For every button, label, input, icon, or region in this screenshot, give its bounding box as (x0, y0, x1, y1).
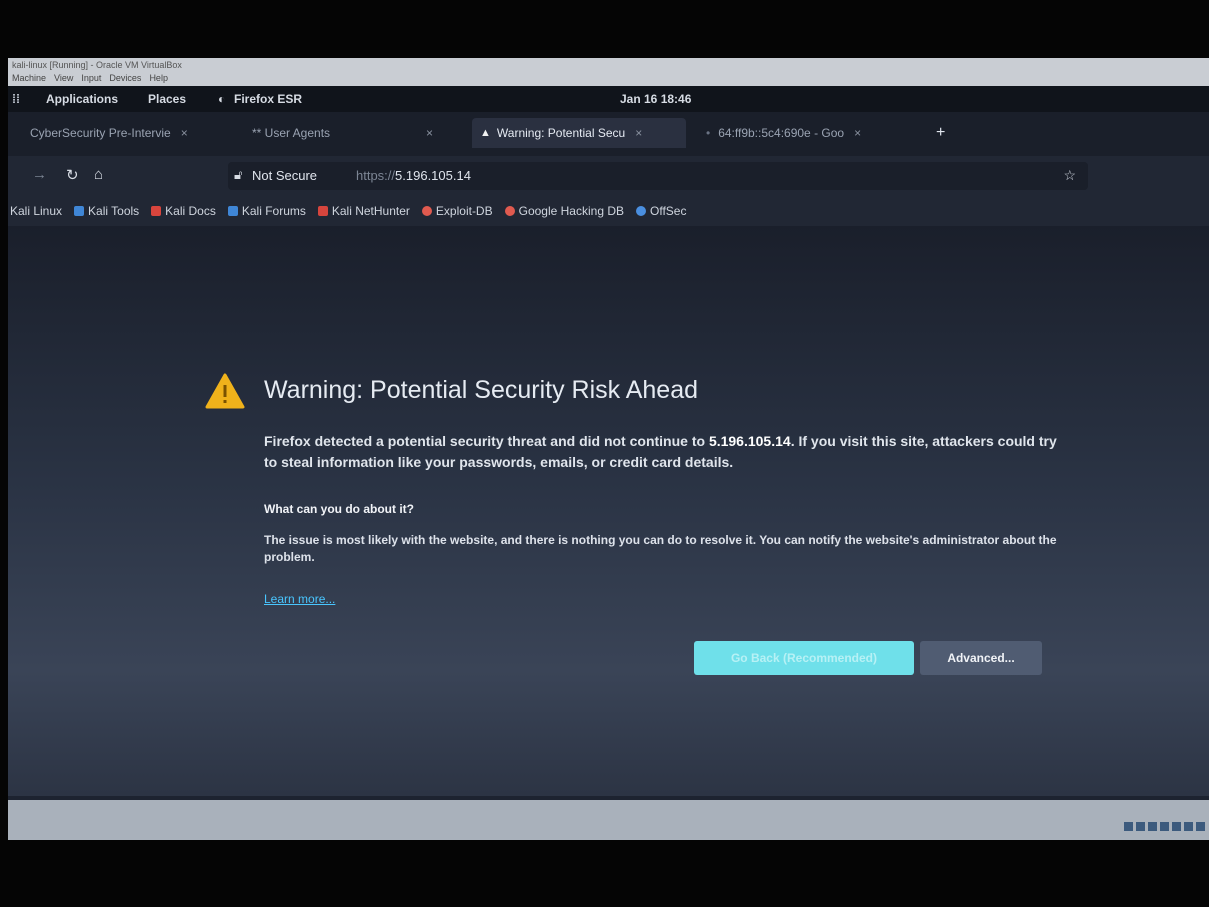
bookmark-label: OffSec (650, 204, 687, 218)
bookmark-kali-tools[interactable]: Kali Tools (74, 204, 139, 218)
status-tray (1124, 822, 1205, 831)
tab-label: ** User Agents (252, 126, 331, 140)
kali-tools-icon (74, 206, 85, 216)
display-icon[interactable] (1184, 822, 1193, 831)
bookmark-offsec[interactable]: OffSec (636, 204, 686, 218)
warning-triangle-icon (205, 373, 245, 409)
offsec-icon (636, 206, 646, 216)
kali-docs-icon (151, 206, 162, 216)
bookmark-kali-forums[interactable]: Kali Forums (227, 204, 306, 218)
menu-input[interactable]: Input (81, 73, 101, 83)
tab-label: Warning: Potential Secu (496, 126, 626, 140)
virtualbox-menu: Machine View Input Devices Help (12, 73, 168, 83)
dot-icon: • (706, 126, 711, 140)
not-secure-label: Not Secure (252, 168, 318, 183)
close-icon[interactable]: × (854, 126, 861, 140)
clock[interactable]: Jan 16 18:46 (620, 92, 691, 106)
bookmark-google-hacking-db[interactable]: Google Hacking DB (504, 204, 624, 218)
menu-machine[interactable]: Machine (12, 73, 46, 83)
kali-forums-icon (227, 206, 238, 216)
tab-google[interactable]: • 64:ff9b::5c4:690e - Goo × (706, 118, 926, 148)
close-icon[interactable]: × (181, 126, 188, 140)
bookmark-label: Kali Docs (165, 204, 216, 218)
tab-user-agents[interactable]: ** User Agents × (252, 118, 462, 148)
new-tab-button[interactable]: + (936, 124, 945, 142)
forward-icon[interactable]: → (32, 166, 47, 183)
url-text[interactable]: https://5.196.105.14 (356, 168, 471, 183)
bookmark-kali-linux[interactable]: Kali Linux (10, 204, 62, 218)
applications-menu[interactable]: Applications (46, 92, 118, 106)
vm-screen: kali-linux [Running] - Oracle VM Virtual… (8, 58, 1209, 840)
url-bar[interactable]: 🔓︎ Not Secure https://5.196.105.14 ☆ (228, 162, 1088, 190)
bookmark-exploit-db[interactable]: Exploit-DB (421, 204, 493, 218)
go-back-button[interactable]: Go Back (Recommended) (694, 641, 914, 675)
home-icon[interactable]: ⌂ (94, 166, 103, 183)
navigation-bar: → ↻ ⌂ 🔓︎ Not Secure https://5.196.105.14… (8, 156, 1209, 196)
page-title: Warning: Potential Security Risk Ahead (264, 376, 699, 404)
tab-warning-active[interactable]: ▲ Warning: Potential Secu × (472, 118, 686, 148)
bookmark-label: Kali NetHunter (331, 204, 410, 218)
optical-icon[interactable] (1136, 822, 1145, 831)
bookmarks-toolbar: Kali Linux Kali Tools Kali Docs Kali For… (8, 196, 1209, 226)
kali-nethunter-icon (317, 206, 328, 216)
error-page: Warning: Potential Security Risk Ahead F… (8, 226, 1209, 796)
menu-devices[interactable]: Devices (109, 73, 141, 83)
hdd-icon[interactable] (1124, 822, 1133, 831)
bookmark-label: Google Hacking DB (518, 204, 624, 218)
warning-icon: ▲ (480, 127, 491, 139)
menu-view[interactable]: View (54, 73, 73, 83)
active-app-name[interactable]: Firefox ESR (234, 92, 302, 106)
virtualbox-window-bar: kali-linux [Running] - Oracle VM Virtual… (8, 58, 1209, 86)
virtualbox-status-bar (8, 800, 1209, 840)
tab-label: 64:ff9b::5c4:690e - Goo (718, 126, 845, 140)
url-protocol: https:// (356, 168, 396, 183)
lock-insecure-icon[interactable]: 🔓︎ (234, 167, 242, 183)
description-host: 5.196.105.14 (708, 433, 791, 449)
bookmark-label: Kali Forums (241, 204, 306, 218)
reload-icon[interactable]: ↻ (66, 166, 79, 184)
description-text: Firefox detected a potential security th… (264, 433, 709, 449)
shared-folder-icon[interactable] (1172, 822, 1181, 831)
exploit-db-icon (421, 206, 432, 216)
record-icon[interactable] (1196, 822, 1205, 831)
bookmark-star-icon[interactable]: ☆ (1063, 167, 1076, 184)
advanced-button[interactable]: Advanced... (920, 641, 1042, 675)
virtualbox-title: kali-linux [Running] - Oracle VM Virtual… (12, 60, 182, 70)
threat-description: Firefox detected a potential security th… (264, 431, 1064, 473)
url-host: 5.196.105.14 (395, 168, 471, 183)
tab-bar: CyberSecurity Pre-Intervie × ** User Age… (8, 112, 1209, 156)
tab-label: CyberSecurity Pre-Intervie (30, 126, 171, 140)
network-icon[interactable] (1160, 822, 1169, 831)
close-icon[interactable]: × (635, 126, 642, 140)
what-can-you-do-heading: What can you do about it? (264, 502, 414, 516)
google-hacking-db-icon (504, 206, 515, 216)
bookmark-label: Kali Tools (88, 204, 140, 218)
firefox-icon: ◐ (218, 92, 226, 106)
bookmark-kali-docs[interactable]: Kali Docs (151, 204, 216, 218)
bookmark-label: Kali Linux (10, 204, 63, 218)
bookmark-kali-nethunter[interactable]: Kali NetHunter (317, 204, 410, 218)
bookmark-label: Exploit-DB (435, 204, 493, 218)
menu-help[interactable]: Help (149, 73, 168, 83)
issue-description: The issue is most likely with the websit… (264, 533, 1057, 564)
tab-cybersecurity[interactable]: CyberSecurity Pre-Intervie × (30, 118, 245, 148)
grid-icon[interactable]: ⁞⁞ (12, 92, 20, 106)
learn-more-link[interactable]: Learn more... (264, 592, 335, 606)
places-menu[interactable]: Places (148, 92, 186, 106)
usb-icon[interactable] (1148, 822, 1157, 831)
close-icon[interactable]: × (426, 126, 433, 140)
desktop-top-panel: ⁞⁞ Applications Places ◐ Firefox ESR Jan… (8, 86, 1209, 112)
